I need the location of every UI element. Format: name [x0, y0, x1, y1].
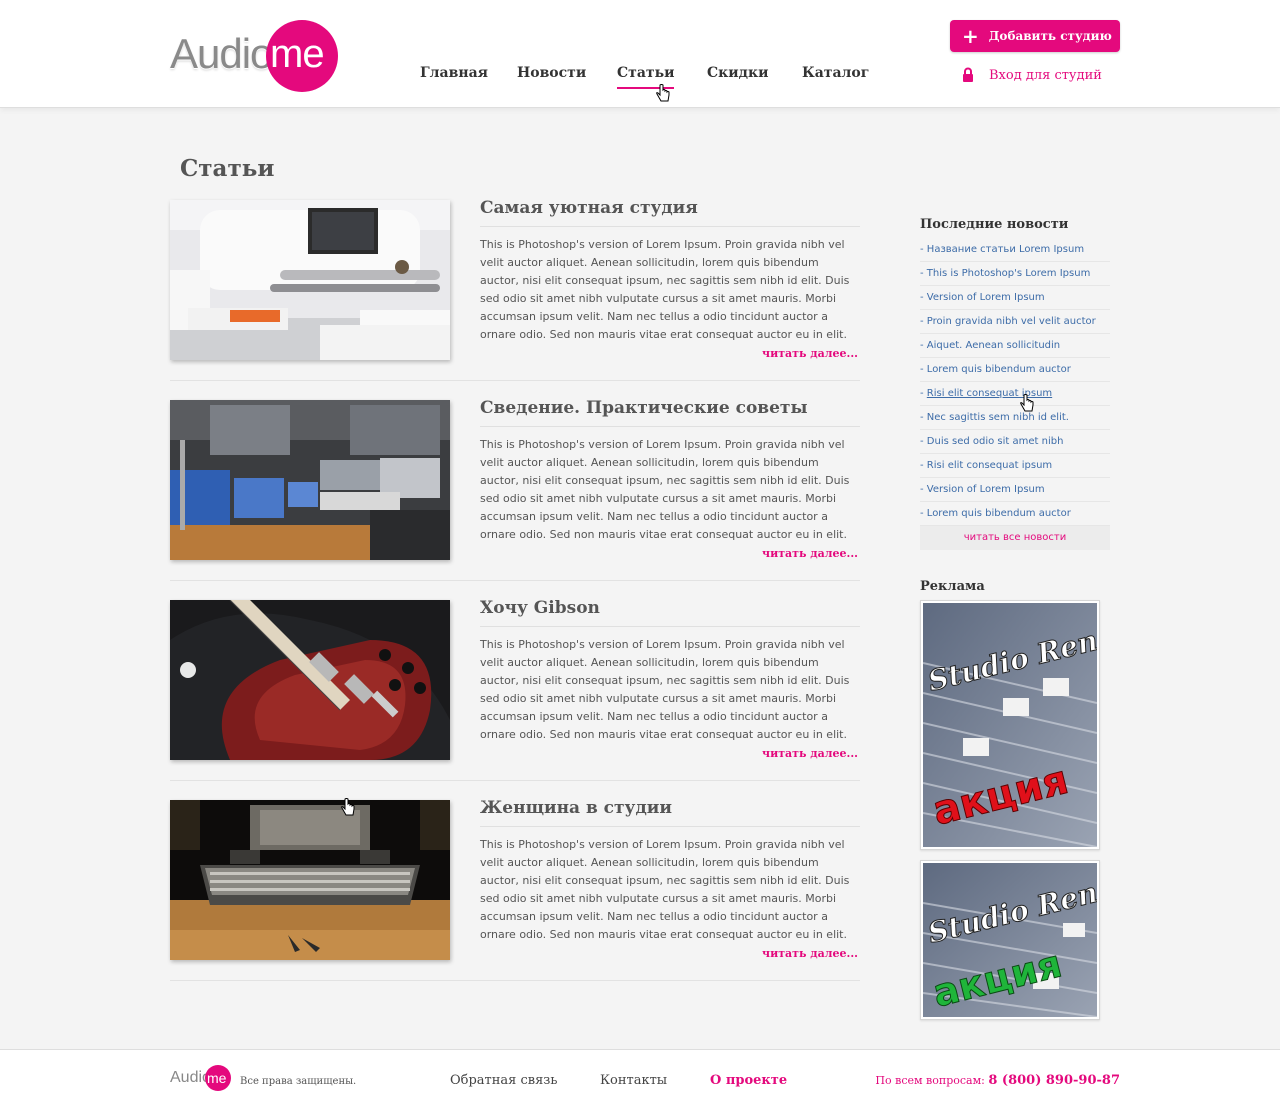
news-item[interactable]: - Название статьи Lorem Ipsum	[920, 238, 1110, 262]
footer-logo[interactable]: Audio me	[170, 1065, 232, 1095]
article-excerpt: This is Photoshop's version of Lorem Ips…	[480, 638, 850, 741]
ads-title: Реклама	[920, 579, 985, 594]
read-more-link[interactable]: читать далее...	[762, 347, 858, 360]
plus-icon: +	[962, 24, 979, 48]
add-studio-button[interactable]: + Добавить студию	[950, 20, 1120, 52]
news-item[interactable]: - Nec sagittis sem nibh id elit.	[920, 406, 1110, 430]
article-excerpt: This is Photoshop's version of Lorem Ips…	[480, 238, 850, 341]
add-studio-label: Добавить студию	[988, 29, 1112, 43]
news-item[interactable]: - Version of Lorem Ipsum	[920, 286, 1110, 310]
studio-login-link[interactable]: Вход для студий	[962, 66, 1102, 84]
news-item[interactable]: - Duis sed odio sit amet nibh	[920, 430, 1110, 454]
site-footer: Audio me Все права защищены. Обратная св…	[0, 1049, 1280, 1110]
footer-copyright: Все права защищены.	[240, 1076, 357, 1087]
article-excerpt: This is Photoshop's version of Lorem Ips…	[480, 838, 850, 941]
hand-cursor-icon	[656, 84, 670, 102]
footer-link-about[interactable]: О проекте	[710, 1073, 787, 1088]
page-title: Статьи	[180, 155, 275, 182]
read-more-link[interactable]: читать далее...	[762, 747, 858, 760]
article-image-lounge[interactable]	[170, 200, 450, 360]
logo-audio-text: Audio	[170, 30, 273, 77]
all-news-link[interactable]: читать все новости	[920, 526, 1110, 550]
article-item: Хочу Gibson This is Photoshop's version …	[170, 598, 860, 781]
logo-me-text: me	[270, 32, 325, 76]
news-item[interactable]: - Proin gravida nibh vel velit auctor	[920, 310, 1110, 334]
footer-phone: По всем вопросам: 8 (800) 890-90-87	[875, 1073, 1120, 1088]
news-item[interactable]: - Risi elit consequat ipsum	[920, 382, 1110, 406]
article-title[interactable]: Самая уютная студия	[480, 198, 860, 227]
nav-item-catalog[interactable]: Каталог	[802, 65, 869, 81]
lock-icon	[963, 67, 973, 82]
nav-item-articles[interactable]: Статьи	[617, 65, 675, 89]
article-image-studio-console[interactable]	[170, 800, 450, 960]
read-more-link[interactable]: читать далее...	[762, 947, 858, 960]
article-item: Самая уютная студия This is Photoshop's …	[170, 198, 860, 381]
article-title[interactable]: Хочу Gibson	[480, 598, 860, 627]
news-item[interactable]: - Lorem quis bibendum auctor	[920, 358, 1110, 382]
studio-login-label: Вход для студий	[989, 67, 1102, 83]
footer-logo-me: me	[207, 1070, 227, 1086]
article-image-guitar[interactable]	[170, 600, 450, 760]
hand-cursor-icon	[341, 798, 355, 816]
ad-banner-image: Studio Rent акция	[922, 863, 1099, 1018]
site-logo[interactable]: Audio me	[170, 18, 340, 92]
footer-phone-label: По всем вопросам:	[875, 1074, 985, 1087]
news-item[interactable]: - Risi elit consequat ipsum	[920, 454, 1110, 478]
news-item[interactable]: - This is Photoshop's Lorem Ipsum	[920, 262, 1110, 286]
nav-item-home[interactable]: Главная	[420, 65, 488, 81]
footer-phone-number[interactable]: 8 (800) 890-90-87	[988, 1073, 1120, 1088]
ad-banner[interactable]: Studio Rent акция	[920, 600, 1100, 850]
nav-item-discounts[interactable]: Скидки	[707, 65, 768, 81]
hand-cursor-icon	[1020, 394, 1034, 412]
ad-banner[interactable]: Studio Rent акция	[920, 860, 1100, 1020]
latest-news-list: - Название статьи Lorem Ipsum - This is …	[920, 238, 1110, 526]
article-title[interactable]: Женщина в студии	[480, 798, 860, 827]
article-title[interactable]: Сведение. Практические советы	[480, 398, 860, 427]
footer-link-contacts[interactable]: Контакты	[600, 1073, 667, 1088]
read-more-link[interactable]: читать далее...	[762, 547, 858, 560]
article-item: Сведение. Практические советы This is Ph…	[170, 398, 860, 581]
article-excerpt: This is Photoshop's version of Lorem Ips…	[480, 438, 850, 541]
latest-news-title: Последние новости	[920, 217, 1069, 232]
ad-banner-image: Studio Rent акция	[922, 603, 1099, 848]
news-item[interactable]: - Lorem quis bibendum auctor	[920, 502, 1110, 526]
article-image-mixing-room[interactable]	[170, 400, 450, 560]
site-header: Audio me Главная Новости Статьи Скидки К…	[0, 0, 1280, 108]
footer-link-feedback[interactable]: Обратная связь	[450, 1073, 557, 1088]
news-item[interactable]: - Version of Lorem Ipsum	[920, 478, 1110, 502]
article-item: Женщина в студии This is Photoshop's ver…	[170, 798, 860, 981]
news-item[interactable]: - Aiquet. Aenean sollicitudin	[920, 334, 1110, 358]
nav-item-news[interactable]: Новости	[517, 65, 586, 81]
